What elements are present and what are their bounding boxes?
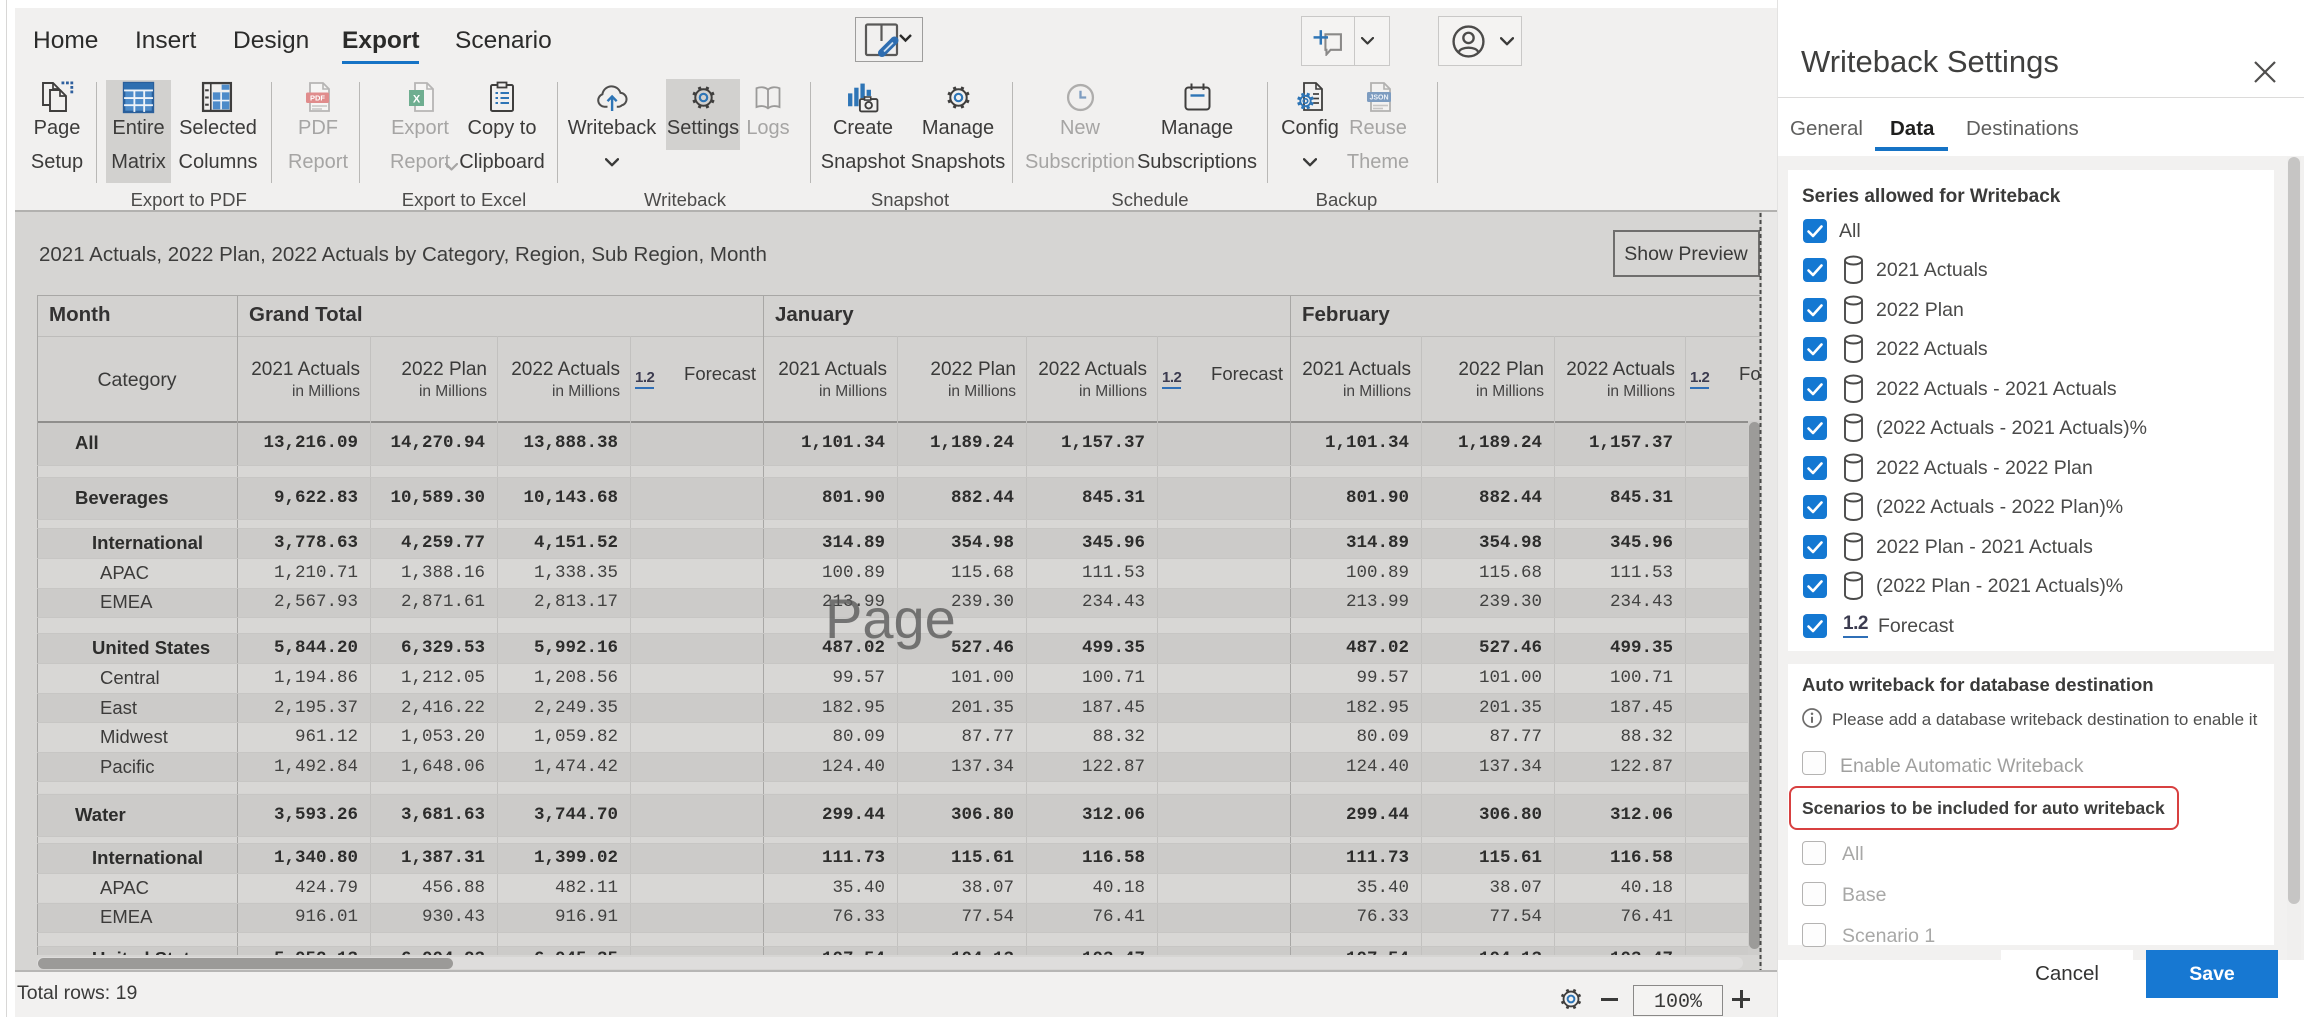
svg-text:PDF: PDF xyxy=(310,94,325,103)
svg-text:JSON: JSON xyxy=(1369,95,1388,102)
svg-text:X: X xyxy=(413,94,421,106)
